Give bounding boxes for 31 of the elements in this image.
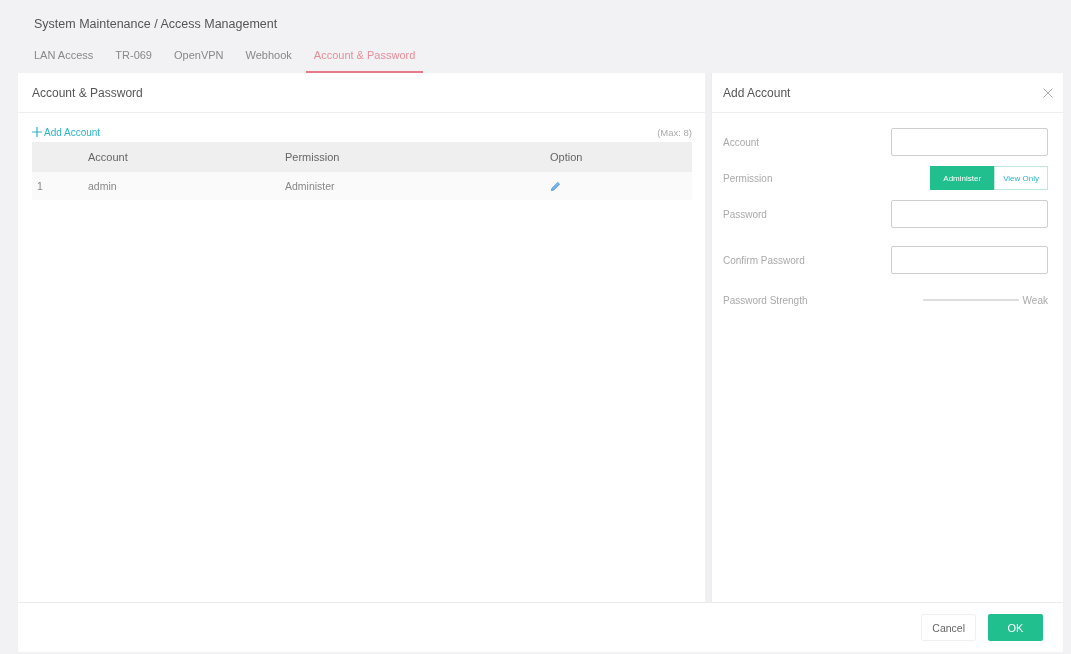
column-header: Account — [88, 151, 128, 163]
tab[interactable]: OpenVPN — [166, 49, 232, 73]
tab[interactable]: TR-069 — [107, 49, 160, 73]
ok-button[interactable]: OK — [988, 614, 1043, 641]
field-label: Password Strength — [723, 294, 808, 306]
column-header: Permission — [285, 151, 340, 163]
field-label: Permission — [723, 172, 773, 184]
tab[interactable]: LAN Access — [26, 49, 102, 73]
pencil-icon[interactable] — [550, 180, 561, 192]
table-cell: 1 — [37, 180, 43, 192]
password-field[interactable] — [891, 246, 1048, 274]
tab[interactable]: Webhook — [237, 49, 300, 73]
close-icon[interactable] — [1043, 87, 1053, 98]
table-cell: admin — [88, 180, 117, 192]
strength-reading: Weak — [1022, 294, 1048, 306]
max-note: (Max: 8) — [657, 126, 692, 138]
page-title: System Maintenance / Access Management — [34, 17, 278, 31]
panel-title: Account & Password — [32, 85, 143, 100]
add-account-link[interactable]: Add Account — [32, 126, 101, 138]
panel-title: Add Account — [723, 85, 791, 100]
plus-icon — [32, 127, 42, 137]
permission-option[interactable]: Administer — [930, 166, 995, 190]
cancel-button[interactable]: Cancel — [921, 614, 976, 641]
input-field[interactable] — [891, 128, 1048, 156]
column-header: Option — [550, 151, 583, 163]
permission-option[interactable]: View Only — [994, 166, 1048, 190]
field-label: Confirm Password — [723, 254, 805, 266]
field-label: Account — [723, 136, 760, 148]
password-field[interactable] — [891, 200, 1048, 228]
table-cell: Administer — [285, 180, 335, 192]
field-label: Password — [723, 208, 767, 220]
